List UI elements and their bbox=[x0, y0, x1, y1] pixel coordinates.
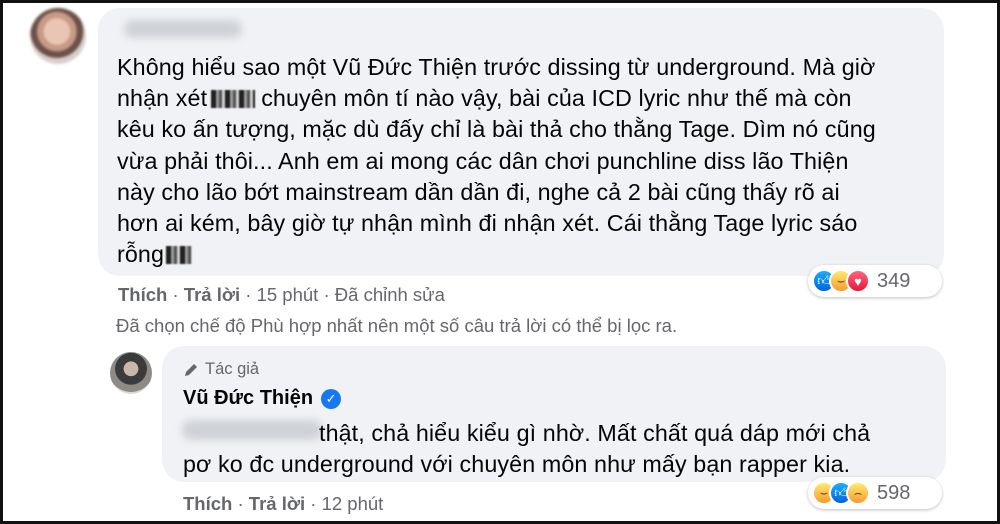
separator: · bbox=[310, 493, 322, 514]
reply-text: thật, chả hiểu kiểu gì nhờ. Mất chất quá… bbox=[183, 418, 923, 480]
censored-word bbox=[211, 90, 256, 109]
comment-timestamp[interactable]: 15 phút bbox=[257, 284, 319, 305]
pen-icon bbox=[185, 363, 197, 376]
author-badge-label: Tác giả bbox=[205, 360, 260, 378]
author-avatar[interactable] bbox=[110, 352, 152, 394]
comment-line: kêu ko ấn tượng, mặc dù đấy chỉ là bài t… bbox=[117, 116, 876, 143]
author-name[interactable]: Vũ Đức Thiện ✓ bbox=[183, 387, 342, 410]
commenter-name-blurred[interactable] bbox=[124, 20, 242, 38]
reply-line: pơ ko đc underground với chuyên môn như … bbox=[183, 451, 851, 478]
comment-text: Không hiểu sao một Vũ Đức Thiện trước di… bbox=[117, 52, 927, 270]
like-button[interactable]: Thích bbox=[118, 284, 167, 305]
author-name-text[interactable]: Vũ Đức Thiện bbox=[183, 387, 313, 410]
sad-reaction-icon: ⌢ bbox=[846, 481, 870, 505]
reply-actions: Thích · Trả lời · 12 phút bbox=[183, 493, 383, 515]
reply-button[interactable]: Trả lời bbox=[184, 284, 240, 305]
reply-button[interactable]: Trả lời bbox=[249, 493, 305, 514]
separator: · bbox=[172, 284, 184, 305]
edited-label[interactable]: Đã chỉnh sửa bbox=[335, 284, 445, 305]
comment-line: Không hiểu sao một Vũ Đức Thiện trước di… bbox=[117, 54, 876, 80]
censored-word bbox=[166, 246, 193, 265]
reaction-count: 349 bbox=[877, 269, 911, 292]
comment-line: rỗng bbox=[117, 239, 927, 270]
reply-line: thật, chả hiểu kiểu gì nhờ. Mất chất quá… bbox=[319, 420, 871, 446]
author-badge: Tác giả bbox=[183, 360, 259, 379]
verified-badge-icon: ✓ bbox=[321, 388, 342, 409]
comment-line: vừa phải thôi... Anh em ai mong các dân … bbox=[117, 147, 849, 174]
filter-notice: Đã chọn chế độ Phù hợp nhất nên một số c… bbox=[116, 315, 678, 336]
comment-line: hơn ai kém, bây giờ tự nhận mình đi nhận… bbox=[117, 210, 858, 237]
reaction-summary[interactable]: 👍︎ ⌣ ♥ 349 bbox=[808, 265, 942, 297]
reaction-count: 598 bbox=[877, 481, 911, 504]
commenter-avatar[interactable] bbox=[30, 8, 86, 64]
separator: · bbox=[245, 284, 257, 305]
separator: · bbox=[237, 493, 249, 514]
reply-timestamp[interactable]: 12 phút bbox=[322, 493, 384, 514]
comment-line: này cho lão bớt mainstream dần dần đi, n… bbox=[117, 178, 840, 205]
like-button[interactable]: Thích bbox=[183, 493, 232, 514]
comment-line: nhận xét chuyên môn tí nào vậy, bài của I… bbox=[117, 85, 852, 112]
separator: · bbox=[323, 284, 335, 305]
love-reaction-icon: ♥ bbox=[846, 269, 870, 293]
reply-reaction-summary[interactable]: ⌣ 👍︎ ⌢ 598 bbox=[808, 477, 942, 509]
comment-actions: Thích · Trả lời · 15 phút · Đã chỉnh sửa bbox=[118, 284, 445, 306]
